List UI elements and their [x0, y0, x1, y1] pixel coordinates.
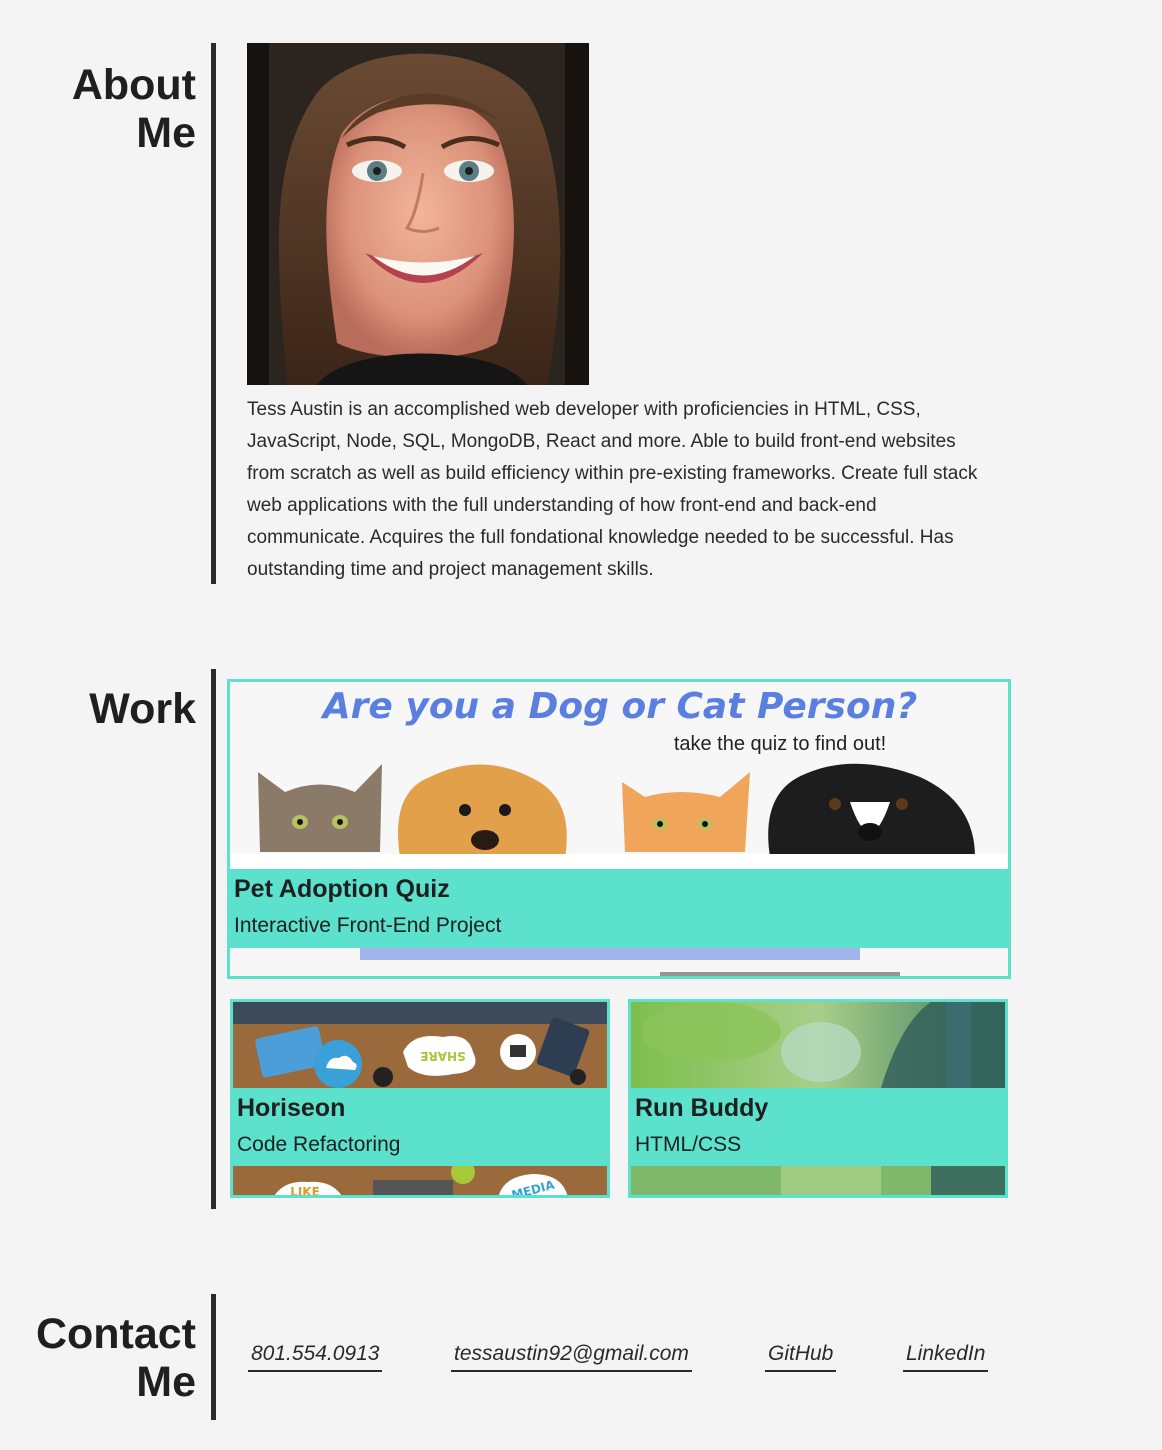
horiseon-caption: Horiseon Code Refactoring — [233, 1088, 607, 1166]
phone-link[interactable]: 801.554.0913 — [248, 1342, 383, 1372]
contact-divider — [211, 1294, 216, 1420]
about-title: About Me — [6, 61, 196, 157]
project-subtitle: HTML/CSS — [635, 1133, 742, 1156]
work-title: Work — [89, 685, 196, 733]
bio-text: Tess Austin is an accomplished web devel… — [247, 399, 978, 580]
horiseon-image-word-share: SHARE — [420, 1049, 465, 1063]
contact-title: Contact Me — [6, 1310, 196, 1406]
email-link[interactable]: tessaustin92@gmail.com — [451, 1342, 692, 1372]
run-buddy-caption: Run Buddy HTML/CSS — [631, 1088, 1005, 1166]
github-link[interactable]: GitHub — [765, 1342, 837, 1372]
project-subtitle: Interactive Front-End Project — [234, 914, 502, 937]
project-card-run-buddy[interactable]: Run Buddy HTML/CSS — [628, 999, 1008, 1198]
pet-quiz-caption: Pet Adoption Quiz Interactive Front-End … — [230, 869, 1008, 948]
horiseon-image-word-like: LIKE — [290, 1185, 320, 1198]
contact-title-line1: Contact — [35, 1310, 196, 1358]
pet-quiz-image-tagline: take the quiz to find out! — [674, 733, 886, 755]
horiseon-thumbnail-tail: LIKE MEDIA — [233, 1166, 607, 1198]
project-card-pet-adoption-quiz[interactable]: Are you a Dog or Cat Person? take the qu… — [227, 679, 1011, 979]
about-title-line1: About — [71, 61, 196, 109]
contact-section: Contact Me 801.554.0913 tessaustin92@gma… — [0, 1294, 1162, 1420]
pet-quiz-thumbnail: Are you a Dog or Cat Person? take the qu… — [230, 682, 1008, 868]
project-title: Pet Adoption Quiz — [234, 875, 450, 903]
pet-quiz-image-headline: Are you a Dog or Cat Person? — [320, 686, 917, 727]
about-divider — [211, 43, 216, 584]
horiseon-thumbnail: SHARE — [233, 1002, 607, 1088]
work-divider — [211, 669, 216, 1209]
project-title: Run Buddy — [635, 1094, 769, 1122]
pet-quiz-thumbnail-tail — [230, 948, 1008, 976]
project-title: Horiseon — [237, 1094, 346, 1122]
profile-photo — [247, 43, 589, 385]
linkedin-link[interactable]: LinkedIn — [903, 1342, 989, 1372]
work-section: Work Are you a Dog or Cat Person? take t… — [0, 669, 1162, 1209]
project-subtitle: Code Refactoring — [237, 1133, 401, 1156]
project-card-horiseon[interactable]: SHARE Horiseon Code Refactoring LIKE MED… — [230, 999, 610, 1198]
about-title-line2: Me — [136, 109, 196, 157]
contact-title-line2: Me — [136, 1358, 196, 1406]
run-buddy-thumbnail-tail — [631, 1166, 1005, 1195]
run-buddy-thumbnail — [631, 1002, 1005, 1088]
about-section: About Me Tess Austin is an accomplished … — [0, 43, 1162, 584]
